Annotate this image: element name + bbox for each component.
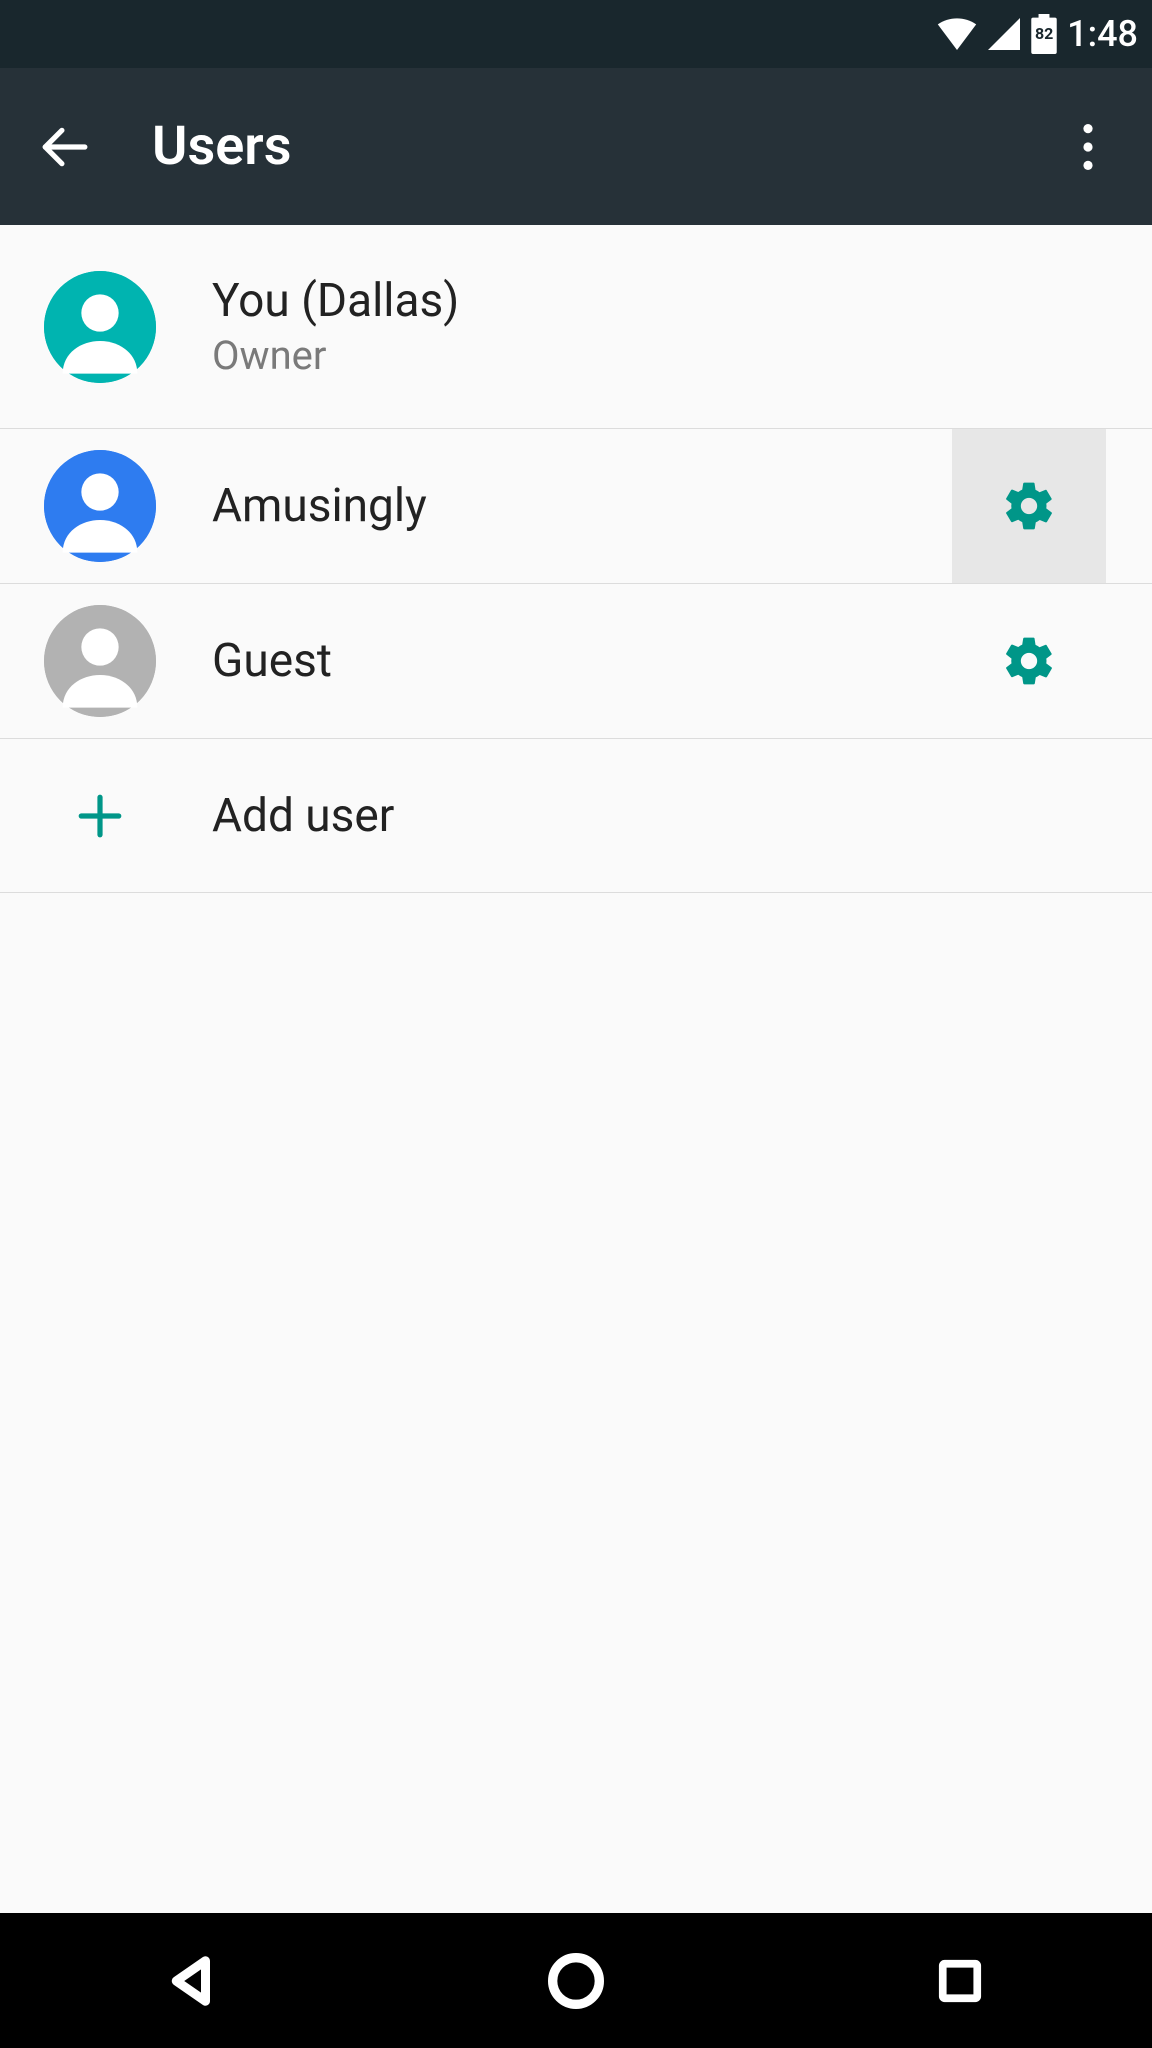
- status-time: 1:48: [1067, 13, 1138, 55]
- status-bar: 82 1:48: [0, 0, 1152, 68]
- user-settings-button[interactable]: [952, 429, 1106, 583]
- user-row[interactable]: Amusingly: [0, 429, 1152, 584]
- avatar-icon: [44, 605, 156, 717]
- nav-home-button[interactable]: [466, 1913, 686, 2048]
- back-button[interactable]: [24, 107, 104, 187]
- users-list: You (Dallas) Owner Amusingly Guest: [0, 225, 1152, 1913]
- overflow-menu-button[interactable]: [1048, 107, 1128, 187]
- navigation-bar: [0, 1913, 1152, 2048]
- wifi-icon: [937, 18, 977, 50]
- battery-icon: 82: [1031, 14, 1057, 54]
- page-title: Users: [152, 115, 1048, 178]
- user-settings-button[interactable]: [952, 584, 1106, 738]
- user-name: Guest: [212, 634, 952, 688]
- cell-signal-icon: [987, 18, 1021, 50]
- app-bar: Users: [0, 68, 1152, 225]
- user-role: Owner: [212, 332, 1152, 379]
- user-row-owner[interactable]: You (Dallas) Owner: [0, 225, 1152, 429]
- nav-back-button[interactable]: [82, 1913, 302, 2048]
- plus-icon: [44, 760, 156, 872]
- battery-level: 82: [1035, 24, 1053, 43]
- add-user-button[interactable]: Add user: [0, 739, 1152, 893]
- user-name: Amusingly: [212, 479, 952, 533]
- user-name: You (Dallas): [212, 274, 1152, 328]
- avatar-icon: [44, 450, 156, 562]
- user-row-guest[interactable]: Guest: [0, 584, 1152, 739]
- avatar-icon: [44, 271, 156, 383]
- nav-recent-button[interactable]: [850, 1913, 1070, 2048]
- add-user-label: Add user: [212, 789, 1152, 843]
